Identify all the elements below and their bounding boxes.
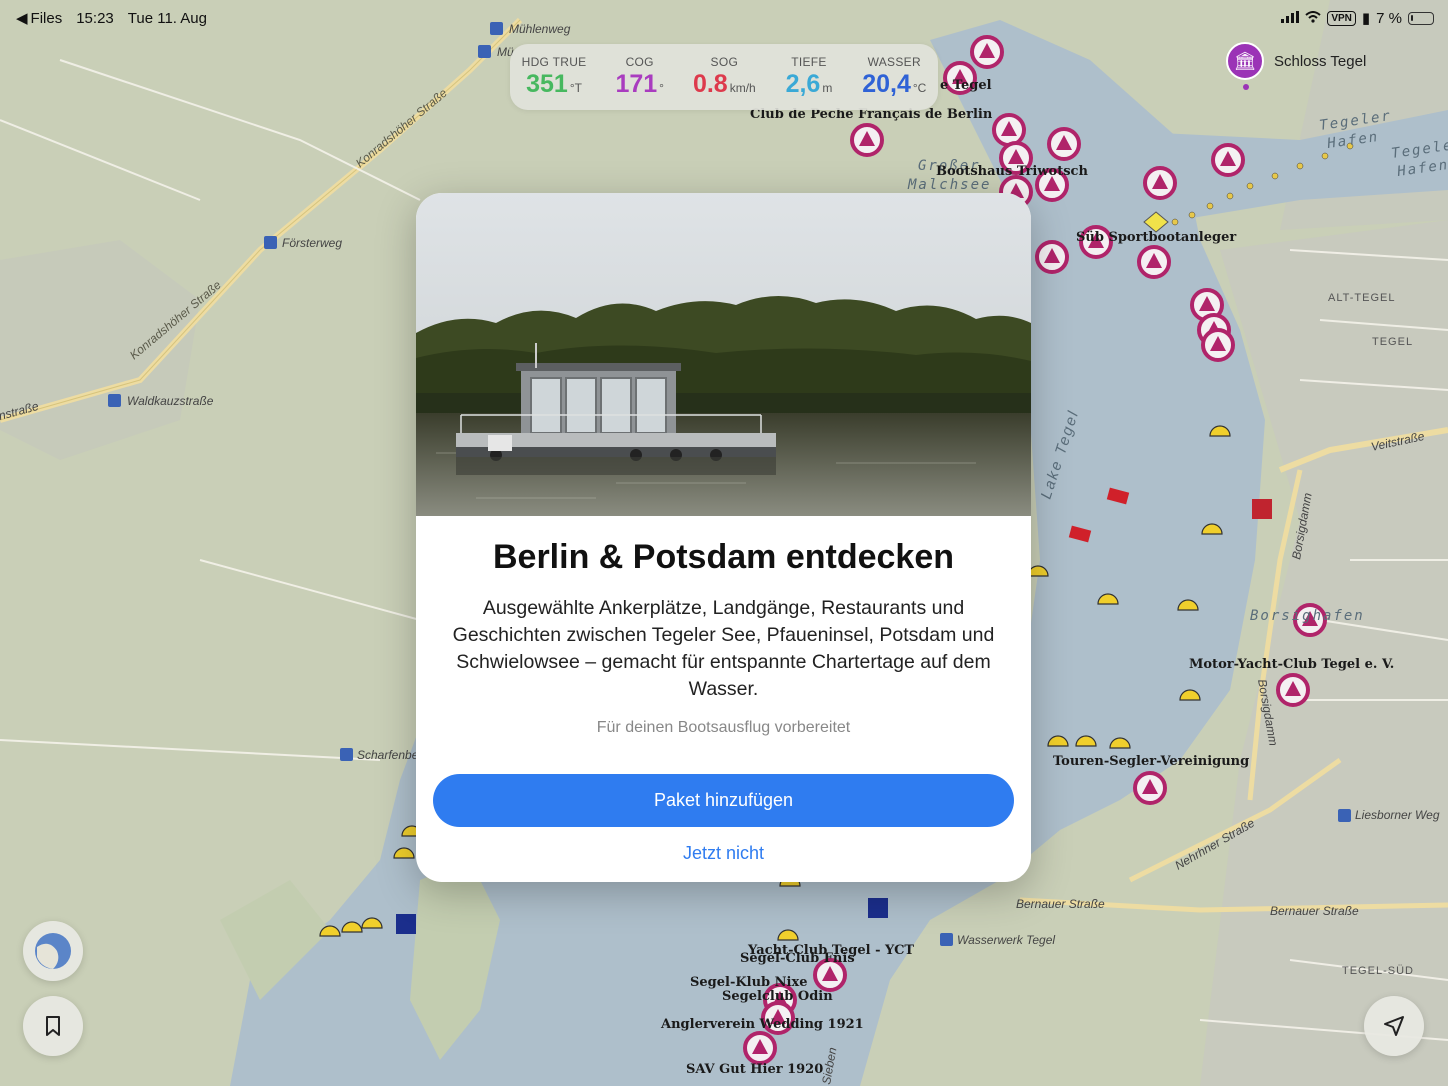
map-label: Segel-Klub Nixe	[690, 975, 808, 990]
location-arrow-icon	[1384, 1016, 1404, 1036]
instrument-tiefe[interactable]: TIEFE 2,6 m	[779, 55, 839, 110]
map-label: e Tegel	[940, 78, 992, 93]
instrument-value: 351 °T	[526, 70, 582, 98]
marina-icon[interactable]	[992, 113, 1026, 147]
map-label: SAV Gut Hier 1920	[686, 1062, 823, 1077]
instrument-unit: km/h	[729, 81, 756, 95]
map-label: Süb Sportbootanleger	[1076, 230, 1236, 245]
map-label: Bernauer Straße	[1016, 897, 1105, 911]
map-label: Bernauer Straße	[1270, 904, 1359, 918]
map-label: Liesborner Weg	[1355, 808, 1440, 822]
map-label: Touren-Segler-Vereinigung	[1053, 754, 1249, 769]
map-layers-icon	[35, 933, 71, 969]
location-label: Schloss Tegel	[1274, 52, 1367, 70]
instrument-panel[interactable]: HDG TRUE 351 °T COG 171 ° SOG 0.8 km/h TIEFE 2,6 m W…	[510, 44, 938, 110]
map-label: Anglerverein Wedding 1921	[660, 1017, 864, 1032]
map-label: Segelclub Odin	[722, 989, 833, 1004]
instrument-sog[interactable]: SOG 0.8 km/h	[693, 55, 756, 110]
marina-icon[interactable]	[1035, 240, 1069, 274]
instrument-value: 2,6 m	[785, 70, 833, 98]
houseboat-photo	[416, 193, 1031, 516]
instrument-unit: m	[822, 81, 833, 95]
instrument-unit: °C	[912, 81, 927, 95]
instrument-value: 0.8 km/h	[692, 70, 756, 98]
instrument-value: 171 °	[615, 70, 664, 98]
instrument-label: TIEFE	[791, 55, 827, 69]
map-label: TEGEL	[1372, 336, 1413, 348]
instrument-unit: °	[659, 81, 664, 95]
back-to-app-button[interactable]: ◀ Files	[16, 9, 63, 28]
map-label: Segel-Club Fnis	[740, 951, 855, 966]
map-label: ALT-TEGEL	[1328, 292, 1395, 304]
battery-icon	[1408, 11, 1434, 25]
map-label: TEGEL-SÜD	[1342, 965, 1414, 977]
map-layers-button[interactable]	[23, 921, 83, 981]
modal-note: Für deinen Bootsausflug vorbereitet	[596, 719, 851, 736]
cellular-signal-icon	[1281, 10, 1300, 27]
marina-icon[interactable]	[1276, 673, 1310, 707]
map-label: Motor-Yacht-Club Tegel e. V.	[1189, 657, 1394, 672]
add-package-button[interactable]: Paket hinzufügen	[433, 774, 1014, 827]
marina-icon[interactable]	[743, 1031, 777, 1065]
instrument-wasser[interactable]: WASSER 20,4 °C	[862, 55, 926, 110]
marina-icon[interactable]	[1133, 771, 1167, 805]
not-now-button[interactable]: Jetzt nicht	[416, 843, 1031, 864]
back-chevron-icon: ◀	[16, 10, 28, 27]
marina-icon[interactable]	[1137, 245, 1171, 279]
marina-icon[interactable]	[970, 35, 1004, 69]
instrument-label: SOG	[710, 55, 739, 69]
battery-bolt-icon: ▮	[1361, 10, 1371, 27]
back-app-label: Files	[30, 9, 63, 27]
instrument-value: 20,4 °C	[862, 70, 927, 98]
status-time: 15:23	[76, 9, 114, 27]
instrument-label: COG	[625, 55, 654, 69]
wifi-icon	[1305, 10, 1321, 27]
discover-package-modal: Berlin & Potsdam entdecken Ausgewählte A…	[416, 193, 1031, 882]
instrument-label: HDG TRUE	[521, 55, 587, 69]
map-label: Bootshaus Triwotsch	[936, 164, 1088, 179]
location-marker[interactable]: 🏛 Schloss Tegel	[1226, 42, 1367, 90]
instrument-label: WASSER	[867, 55, 921, 69]
instrument-unit: °T	[569, 81, 582, 95]
instrument-cog[interactable]: COG 171 °	[610, 55, 670, 110]
map-label: Försterweg	[282, 236, 342, 250]
marina-icon[interactable]	[1201, 328, 1235, 362]
map-label: Scharfenbe	[357, 748, 419, 762]
map-label: Malchsee	[907, 177, 991, 193]
status-date: Tue 11. Aug	[127, 9, 207, 27]
modal-description: Ausgewählte Ankerplätze, Landgänge, Rest…	[452, 597, 995, 700]
map-label: Wasserwerk Tegel	[957, 933, 1055, 947]
vpn-badge: VPN	[1327, 10, 1356, 26]
battery-percent: 7 %	[1376, 9, 1402, 27]
status-bar: ◀ Files 15:23 Tue 11. Aug VPN ▮ 7 %	[0, 0, 1448, 34]
museum-icon[interactable]: 🏛	[1226, 42, 1264, 80]
marina-icon[interactable]	[1047, 127, 1081, 161]
marina-icon[interactable]	[1143, 166, 1177, 200]
instrument-hdg-true[interactable]: HDG TRUE 351 °T	[522, 55, 587, 110]
bookmarks-button[interactable]	[23, 996, 83, 1056]
bookmark-icon	[46, 1016, 60, 1036]
navigate-button[interactable]	[1364, 996, 1424, 1056]
modal-title: Berlin & Potsdam entdecken	[492, 538, 954, 576]
map-label: Waldkauzstraße	[127, 394, 214, 408]
map-label: Borsighafen	[1250, 608, 1365, 624]
marina-icon[interactable]	[1211, 143, 1245, 177]
location-dot	[1243, 84, 1249, 90]
marina-icon[interactable]	[850, 123, 884, 157]
